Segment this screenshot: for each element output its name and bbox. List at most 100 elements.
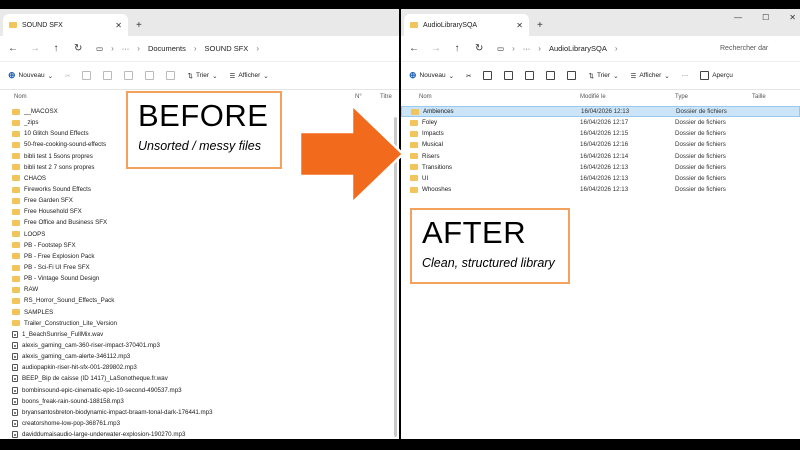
- back-icon[interactable]: ←: [8, 43, 18, 54]
- copy-button[interactable]: [82, 71, 92, 80]
- file-row[interactable]: alexis_gaming_cam-360-riser-impact-37040…: [0, 340, 399, 351]
- folder-row[interactable]: Foley 16/04/2026 12:17 Dossier de fichiers: [401, 117, 800, 128]
- item-name: LOOPS: [24, 230, 46, 238]
- right-arrow-icon: [298, 103, 405, 205]
- maximize-icon[interactable]: ☐: [762, 13, 769, 22]
- folder-row[interactable]: RS_Horror_Sound_Effects_Pack: [0, 295, 399, 306]
- new-tab-button[interactable]: +: [136, 14, 142, 36]
- forward-icon[interactable]: →: [30, 43, 40, 54]
- minimize-icon[interactable]: —: [734, 13, 742, 22]
- folder-icon: [12, 320, 20, 327]
- folder-row[interactable]: Transitions 16/04/2026 12:13 Dossier de fi…: [401, 162, 800, 173]
- rename-button[interactable]: [525, 71, 535, 80]
- paste-icon: [504, 71, 514, 80]
- forward-icon[interactable]: →: [431, 43, 441, 54]
- file-row[interactable]: 1_BeachSunrise_FullMix.wav: [0, 329, 399, 340]
- folder-icon: [410, 175, 418, 182]
- folder-row[interactable]: PB - Vintage Sound Design: [0, 273, 399, 284]
- folder-row[interactable]: Impacts 16/04/2026 12:15 Dossier de fichie…: [401, 128, 800, 139]
- window-controls: — ☐ ✕: [734, 13, 796, 22]
- share-icon: [145, 71, 155, 80]
- column-size[interactable]: Taille: [752, 94, 766, 100]
- column-number[interactable]: N°: [355, 94, 362, 100]
- audio-file-icon: [12, 420, 18, 427]
- folder-icon: [12, 297, 20, 304]
- sort-button[interactable]: ⇅ Trier ⌄: [588, 72, 618, 80]
- item-name: Fireworks Sound Effects: [24, 186, 91, 194]
- folder-row[interactable]: RAW: [0, 284, 399, 295]
- folder-row[interactable]: Musical 16/04/2026 12:16 Dossier de fichie…: [401, 139, 800, 150]
- breadcrumb-item[interactable]: AudioLibrarySQA: [549, 44, 607, 53]
- preview-button[interactable]: Aperçu: [700, 71, 733, 80]
- file-row[interactable]: BEEP_Bip de caisse (ID 1417)_LaSonothequ…: [0, 373, 399, 384]
- column-name[interactable]: Nom: [419, 94, 432, 100]
- breadcrumb[interactable]: ▭ › ··· › AudioLibrarySQA ›: [497, 44, 706, 53]
- folder-row[interactable]: LOOPS: [0, 229, 399, 240]
- folder-icon: [12, 164, 20, 171]
- share-button[interactable]: [145, 71, 155, 80]
- search-input[interactable]: Rechercher dar: [720, 45, 792, 52]
- delete-button[interactable]: [166, 71, 176, 80]
- item-date: 16/04/2026 12:14: [580, 152, 629, 160]
- view-button[interactable]: ☰ Afficher ⌄: [631, 72, 670, 80]
- folder-icon: [411, 108, 419, 115]
- up-icon[interactable]: ↑: [52, 43, 60, 54]
- file-row[interactable]: alexis_gaming_cam-alerte-346112.mp3: [0, 351, 399, 362]
- tab-sound-sfx[interactable]: SOUND SFX ✕: [3, 14, 128, 36]
- breadcrumb-item[interactable]: Documents: [148, 44, 186, 53]
- close-tab-icon[interactable]: ✕: [115, 21, 122, 30]
- cut-button[interactable]: ✂: [466, 72, 471, 80]
- folder-list: Ambiences 16/04/2026 12:13 Dossier de fich…: [401, 106, 800, 195]
- column-modified[interactable]: Modifié le: [580, 94, 606, 100]
- folder-row[interactable]: UI 16/04/2026 12:13 Dossier de fichiers: [401, 173, 800, 184]
- copy-button[interactable]: [483, 71, 493, 80]
- sort-button[interactable]: ⇅ Trier ⌄: [187, 72, 217, 80]
- tab-title: SOUND SFX: [22, 21, 63, 29]
- file-row[interactable]: boons_freak-rain-sound-188158.mp3: [0, 396, 399, 407]
- tab-audio-library[interactable]: AudioLibrarySQA ✕: [404, 14, 529, 36]
- folder-row[interactable]: SAMPLES: [0, 307, 399, 318]
- new-tab-button[interactable]: +: [537, 14, 543, 36]
- chevron-right-icon: ›: [193, 44, 197, 53]
- breadcrumb[interactable]: ▭ › ··· › Documents › SOUND SFX ›: [96, 44, 391, 53]
- up-icon[interactable]: ↑: [453, 43, 461, 54]
- folder-row[interactable]: Ambiences 16/04/2026 12:13 Dossier de fich…: [401, 106, 800, 118]
- folder-row[interactable]: Free Office and Business SFX: [0, 217, 399, 228]
- breadcrumb-item[interactable]: SOUND SFX: [205, 44, 249, 53]
- refresh-icon[interactable]: ↻: [475, 43, 483, 54]
- paste-button[interactable]: [504, 71, 514, 80]
- delete-button[interactable]: [567, 71, 577, 80]
- file-row[interactable]: creatorshome-low-pop-368761.mp3: [0, 418, 399, 429]
- folder-row[interactable]: Trailer_Construction_Lite_Version: [0, 318, 399, 329]
- chevron-right-icon: ›: [538, 44, 541, 53]
- file-row[interactable]: bombinsound-epic-cinematic-epic-10-secon…: [0, 385, 399, 396]
- folder-row[interactable]: Risers 16/04/2026 12:14 Dossier de fichier…: [401, 151, 800, 162]
- folder-row[interactable]: PB - Sci-Fi UI Free SFX: [0, 262, 399, 273]
- share-button[interactable]: [546, 71, 556, 80]
- folder-row[interactable]: Whooshes 16/04/2026 12:13 Dossier de fichi…: [401, 184, 800, 195]
- new-button[interactable]: ⊕ Nouveau ⌄: [409, 70, 454, 81]
- rename-button[interactable]: [124, 71, 134, 80]
- paste-button[interactable]: [103, 71, 113, 80]
- more-path-icon[interactable]: ···: [523, 44, 531, 53]
- cut-button[interactable]: ✂: [65, 72, 70, 80]
- close-tab-icon[interactable]: ✕: [516, 21, 523, 30]
- refresh-icon[interactable]: ↻: [74, 43, 82, 54]
- scissors-icon: ✂: [65, 72, 71, 80]
- close-window-icon[interactable]: ✕: [789, 13, 796, 22]
- more-path-icon[interactable]: ···: [122, 44, 130, 53]
- file-row[interactable]: audiopapkin-riser-hit-sfx-001-289802.mp3: [0, 362, 399, 373]
- folder-row[interactable]: Free Household SFX: [0, 206, 399, 217]
- new-button[interactable]: ⊕ Nouveau ⌄: [8, 70, 53, 81]
- folder-row[interactable]: PB - Free Explosion Pack: [0, 251, 399, 262]
- folder-icon: [410, 186, 418, 193]
- column-type[interactable]: Type: [675, 94, 688, 100]
- column-title[interactable]: Titre: [380, 94, 392, 100]
- more-options-button[interactable]: ···: [682, 72, 689, 79]
- back-icon[interactable]: ←: [409, 43, 419, 54]
- file-row[interactable]: bryansantosbreton-biodynamic-impact-braa…: [0, 407, 399, 418]
- folder-row[interactable]: PB - Footstep SFX: [0, 240, 399, 251]
- view-button[interactable]: ☰ Afficher ⌄: [230, 72, 269, 80]
- column-name[interactable]: Nom: [14, 94, 27, 100]
- file-row[interactable]: daviddumaisaudio-large-underwater-explos…: [0, 429, 399, 439]
